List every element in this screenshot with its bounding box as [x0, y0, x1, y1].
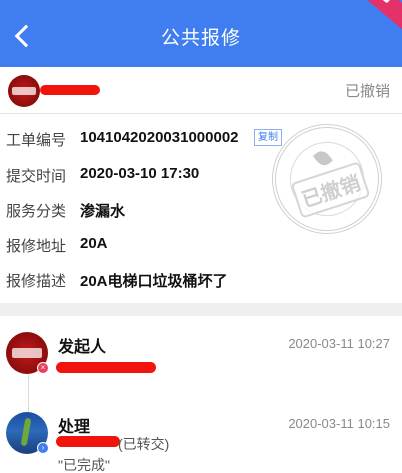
event-title: 处理 — [58, 419, 91, 436]
field-label: 服务分类 — [6, 203, 67, 220]
close-icon: × — [37, 362, 49, 374]
forward-icon: › — [37, 442, 49, 454]
redacted-text — [56, 362, 156, 373]
copy-button[interactable]: 复制 — [254, 129, 282, 146]
timeline: × 发起人 2020-03-11 10:27 › 处理 2020-03-11 1… — [0, 316, 402, 473]
order-detail-card: 已撤销 已撤销 工单编号 1041042020031000002 复制 提交时间… — [0, 67, 402, 303]
repair-address: 20A — [80, 235, 108, 252]
event-time: 2020-03-11 10:15 — [288, 416, 390, 431]
field-label: 工单编号 — [6, 132, 67, 149]
submit-time: 2020-03-10 17:30 — [80, 165, 200, 182]
event-title: 发起人 — [58, 339, 107, 356]
app-header: 公共报修 — [0, 0, 402, 67]
field-label: 提交时间 — [6, 168, 67, 185]
event-note: "已完成" — [58, 457, 110, 473]
status-text: 已撤销 — [344, 83, 390, 100]
event-time: 2020-03-11 10:27 — [288, 336, 390, 351]
timeline-connector — [28, 372, 29, 412]
event-detail: (已转交) — [118, 436, 170, 452]
field-label: 报修地址 — [6, 238, 67, 255]
repair-description: 20A电梯口垃圾桶坏了 — [80, 273, 228, 290]
avatar — [8, 75, 40, 107]
redacted-name — [40, 85, 100, 95]
service-category: 渗漏水 — [80, 203, 126, 220]
divider — [0, 113, 402, 114]
order-number: 1041042020031000002 — [80, 129, 239, 146]
section-gap — [0, 303, 402, 316]
redacted-name — [56, 436, 120, 447]
field-label: 报修描述 — [6, 273, 67, 290]
page-title: 公共报修 — [160, 28, 241, 49]
